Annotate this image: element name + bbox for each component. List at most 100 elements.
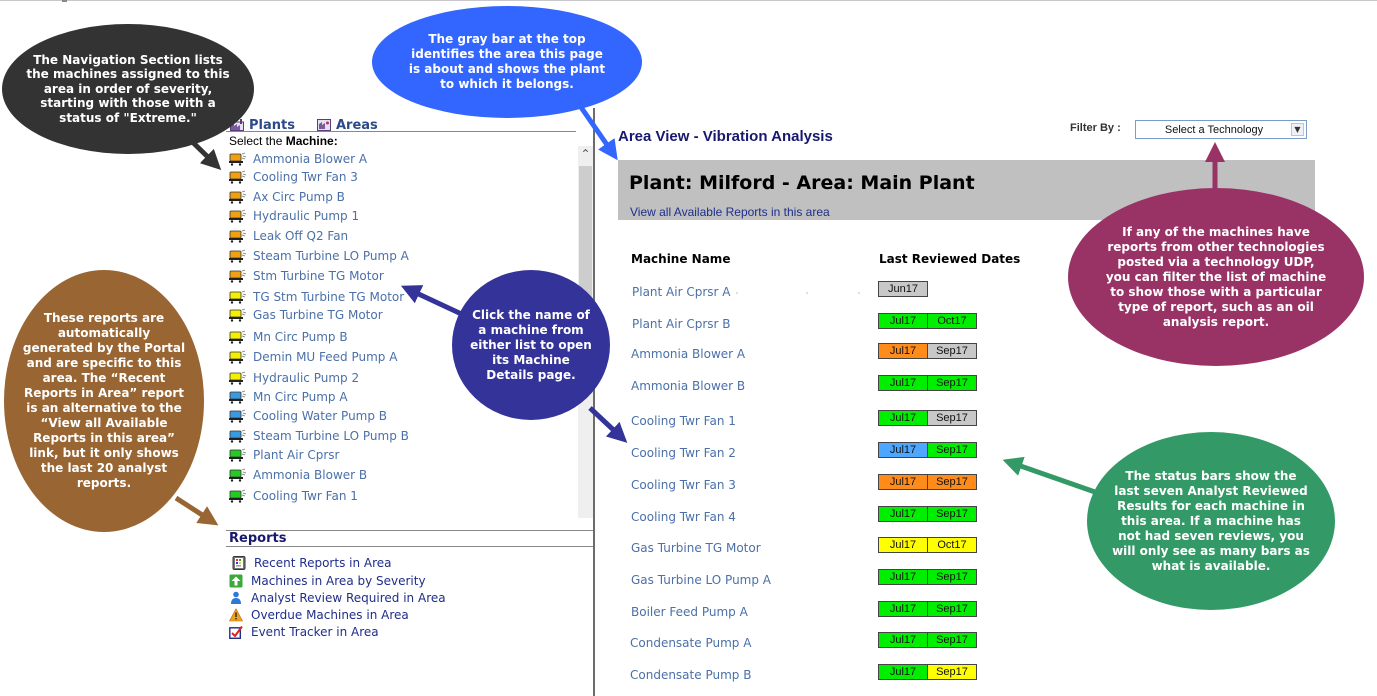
status-bar-green[interactable]: Jul17 (879, 507, 928, 521)
report-link-item[interactable]: Recent Reports in Area (232, 556, 392, 570)
callout-reports: These reports are automatically generate… (4, 270, 204, 532)
status-bar-gray[interactable]: Jun17 (879, 282, 927, 296)
callout-status-bars: The status bars show the last seven Anal… (1087, 432, 1335, 610)
status-bar-green[interactable]: Jul17 (879, 411, 928, 425)
report-link-item[interactable]: Analyst Review Required in Area (229, 591, 446, 605)
status-bar-yellow[interactable]: Oct17 (928, 538, 976, 552)
status-bar-group: Jul17 Sep17 (878, 474, 977, 490)
status-bar-green[interactable]: Jul17 (879, 665, 928, 679)
status-bar-green[interactable]: Oct17 (928, 314, 976, 328)
status-bar-yellow[interactable]: Sep17 (928, 665, 976, 679)
machine-name: Cooling Twr Fan 1 (253, 489, 358, 503)
machine-name: Mn Circ Pump A (253, 390, 348, 404)
machine-list-item[interactable]: Steam Turbine LO Pump B (229, 429, 409, 443)
report-link-item[interactable]: Event Tracker in Area (229, 625, 379, 639)
machine-name: Gas Turbine TG Motor (253, 308, 383, 322)
machine-list-item[interactable]: Cooling Twr Fan 3 (229, 170, 358, 184)
callout-gray-bar-text: The gray bar at the top identifies the a… (408, 32, 606, 91)
machine-list-item[interactable]: Steam Turbine LO Pump A (229, 249, 409, 263)
machine-list-item[interactable]: Gas Turbine TG Motor (229, 308, 383, 322)
machine-name: Steam Turbine LO Pump A (253, 249, 409, 263)
technology-filter-select[interactable]: Select a Technology ▼ (1135, 120, 1307, 139)
machine-list-item[interactable]: Ammonia Blower A (229, 152, 367, 166)
plant-area-title: Plant: Milford - Area: Main Plant (629, 172, 975, 194)
machine-list-item[interactable]: Cooling Water Pump B (229, 409, 387, 423)
machine-status-icon (229, 249, 247, 263)
machine-list-item[interactable]: Plant Air Cprsr (229, 448, 339, 462)
machine-status-icon (229, 468, 247, 482)
status-bar-group: Jul17 Sep17 (878, 632, 977, 648)
status-bar-orange[interactable]: Jul17 (879, 475, 928, 489)
status-bar-gray[interactable]: Sep17 (928, 344, 976, 358)
machine-list-item[interactable]: Cooling Twr Fan 1 (229, 489, 358, 503)
machine-row-name[interactable]: Condensate Pump A (630, 636, 751, 650)
status-bar-green[interactable]: Jul17 (879, 314, 928, 328)
scroll-up-chevron-icon[interactable]: ⌃ (578, 146, 593, 162)
machine-row-name[interactable]: Gas Turbine TG Motor (631, 541, 761, 555)
select-machine-label: Select the Machine: (229, 134, 338, 148)
page-title: Area View - Vibration Analysis (618, 128, 833, 145)
status-bar-green[interactable]: Jul17 (879, 570, 928, 584)
machine-list-item[interactable]: Mn Circ Pump A (229, 390, 348, 404)
checkbox-check-icon (229, 625, 243, 639)
status-bar-green[interactable]: Sep17 (928, 376, 976, 390)
machine-list-item[interactable]: Demin MU Feed Pump A (229, 350, 397, 364)
machine-status-icon (229, 390, 247, 404)
machine-row-name[interactable]: Cooling Twr Fan 2 (631, 446, 736, 460)
view-all-reports-link[interactable]: View all Available Reports in this area (630, 205, 830, 219)
machine-row-name[interactable]: Condensate Pump B (630, 668, 751, 682)
status-bar-green[interactable]: Sep17 (928, 443, 976, 457)
callout-filter-text: If any of the machines have reports from… (1105, 224, 1327, 329)
machine-status-icon (229, 269, 247, 283)
machine-row-name[interactable]: Cooling Twr Fan 1 (631, 414, 736, 428)
machine-status-icon (229, 190, 247, 204)
machine-list-item[interactable]: TG Stm Turbine TG Motor (229, 290, 404, 304)
report-link-label: Recent Reports in Area (254, 556, 392, 570)
filter-label: Filter By : (1070, 122, 1121, 134)
machine-row-name[interactable]: Ammonia Blower A (631, 347, 745, 361)
machine-row-name[interactable]: Cooling Twr Fan 4 (631, 510, 736, 524)
machine-list-item[interactable]: Leak Off Q2 Fan (229, 229, 348, 243)
status-bar-green[interactable]: Jul17 (879, 633, 928, 647)
technology-filter-value: Select a Technology (1164, 123, 1264, 136)
report-link-item[interactable]: Overdue Machines in Area (229, 608, 409, 622)
chevron-down-icon[interactable]: ▼ (1291, 123, 1304, 136)
status-bar-green[interactable]: Sep17 (928, 633, 976, 647)
analyst-person-icon (231, 591, 241, 604)
machine-list-item[interactable]: Hydraulic Pump 2 (229, 371, 359, 385)
status-bar-gray[interactable]: Sep17 (928, 411, 976, 425)
status-bar-yellow[interactable]: Jul17 (879, 538, 928, 552)
report-link-label: Overdue Machines in Area (251, 608, 409, 622)
status-bar-green[interactable]: Jul17 (879, 602, 928, 616)
machine-status-icon (229, 290, 247, 304)
machine-row-name[interactable]: Cooling Twr Fan 3 (631, 478, 736, 492)
callout-reports-text: These reports are automatically generate… (22, 311, 186, 490)
machine-row-name[interactable]: Gas Turbine LO Pump A (631, 573, 771, 587)
status-bar-group: Jul17 Sep17 (878, 375, 977, 391)
status-bar-green[interactable]: Sep17 (928, 602, 976, 616)
status-bar-orange[interactable]: Sep17 (928, 475, 976, 489)
scroll-down-chevron-icon[interactable]: ⌄ (578, 514, 593, 518)
machine-list-item[interactable]: Mn Circ Pump B (229, 330, 348, 344)
status-bar-orange[interactable]: Jul17 (879, 344, 928, 358)
status-bar-group: Jul17 Sep17 (878, 343, 977, 359)
machine-row-name[interactable]: Ammonia Blower B (631, 379, 745, 393)
panel-divider (593, 108, 595, 696)
machine-list-item[interactable]: Ammonia Blower B (229, 468, 367, 482)
callout-status-bars-text: The status bars show the last seven Anal… (1112, 468, 1310, 573)
machine-list-item[interactable]: Hydraulic Pump 1 (229, 209, 359, 223)
report-link-item[interactable]: Machines in Area by Severity (229, 574, 426, 588)
machine-status-icon (229, 209, 247, 223)
status-bar-green[interactable]: Sep17 (928, 507, 976, 521)
machine-row-name[interactable]: Plant Air Cprsr B (632, 317, 731, 331)
machine-list-item[interactable]: Stm Turbine TG Motor (229, 269, 384, 283)
machine-list-item[interactable]: Ax Circ Pump B (229, 190, 345, 204)
machine-row-name[interactable]: Plant Air Cprsr A (632, 285, 730, 299)
status-bar-green[interactable]: Sep17 (928, 570, 976, 584)
status-bar-blue[interactable]: Jul17 (879, 443, 928, 457)
status-bar-green[interactable]: Jul17 (879, 376, 928, 390)
machine-status-icon (229, 448, 247, 462)
machine-row-name[interactable]: Boiler Feed Pump A (631, 605, 748, 619)
machine-name: Mn Circ Pump B (253, 330, 348, 344)
machine-status-icon (229, 429, 247, 443)
